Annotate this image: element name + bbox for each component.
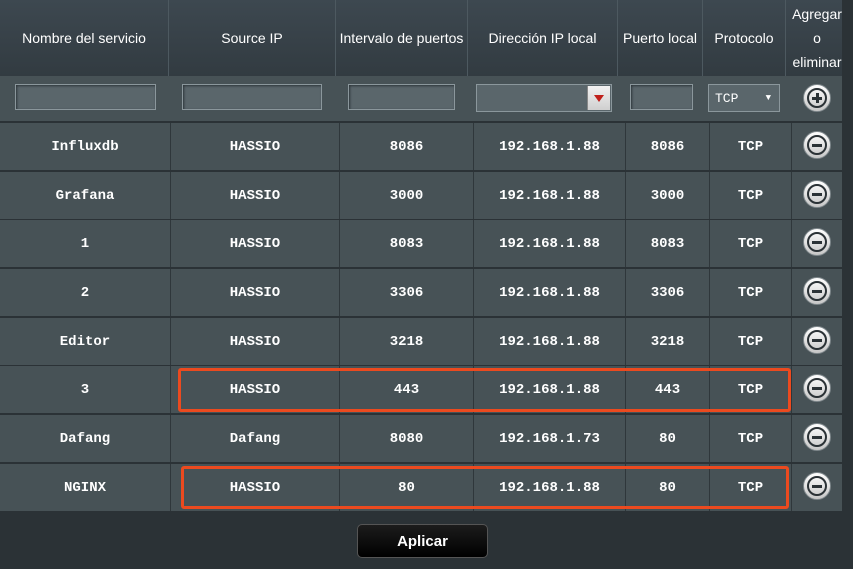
- cell-protocol: TCP: [710, 123, 792, 170]
- cell-protocol: TCP: [710, 464, 792, 511]
- cell-local-ip: 192.168.1.88: [474, 464, 626, 511]
- add-rule-button[interactable]: [803, 84, 831, 112]
- source-ip-field[interactable]: [183, 85, 321, 109]
- cell-source-ip: HASSIO: [171, 366, 340, 413]
- right-edge: [842, 0, 853, 569]
- cell-service-name: Dafang: [0, 415, 171, 462]
- protocol-select[interactable]: TCP ▼: [708, 84, 780, 112]
- cell-local-port: 80: [626, 415, 710, 462]
- cell-service-name: NGINX: [0, 464, 171, 511]
- cell-source-ip: HASSIO: [171, 269, 340, 316]
- cell-port-range: 8080: [340, 415, 474, 462]
- header-local-port: Puerto local: [618, 0, 703, 76]
- table-row: 3 HASSIO 443 192.168.1.88 443 TCP: [0, 366, 792, 413]
- cell-service-name: Grafana: [0, 172, 171, 219]
- cell-local-ip: 192.168.1.88: [474, 220, 626, 267]
- cell-local-port: 443: [626, 366, 710, 413]
- table-row: Grafana HASSIO 3000 192.168.1.88 3000 TCP: [0, 172, 792, 219]
- cell-service-name: 2: [0, 269, 171, 316]
- table-row: Influxdb HASSIO 8086 192.168.1.88 8086 TCP: [0, 123, 792, 170]
- cell-service-name: 3: [0, 366, 171, 413]
- remove-rule-button[interactable]: [803, 472, 831, 500]
- cell-service-name: Editor: [0, 318, 171, 365]
- remove-rule-button[interactable]: [803, 131, 831, 159]
- table-row: 1 HASSIO 8083 192.168.1.88 8083 TCP: [0, 220, 792, 267]
- header-local-ip: Dirección IP local: [468, 0, 618, 76]
- table-row: NGINX HASSIO 80 192.168.1.88 80 TCP: [0, 464, 792, 511]
- triangle-down-icon: [594, 94, 604, 102]
- cell-protocol: TCP: [710, 318, 792, 365]
- cell-source-ip: HASSIO: [171, 318, 340, 365]
- cell-local-port: 3306: [626, 269, 710, 316]
- remove-rule-button[interactable]: [803, 277, 831, 305]
- table-header: Nombre del servicio Source IP Intervalo …: [0, 0, 853, 76]
- remove-rule-button[interactable]: [803, 180, 831, 208]
- cell-local-ip: 192.168.1.88: [474, 366, 626, 413]
- cell-local-port: 8083: [626, 220, 710, 267]
- cell-local-port: 3000: [626, 172, 710, 219]
- local-port-field[interactable]: [631, 85, 692, 109]
- cell-source-ip: HASSIO: [171, 172, 340, 219]
- table-row: Editor HASSIO 3218 192.168.1.88 3218 TCP: [0, 318, 792, 365]
- cell-local-ip: 192.168.1.88: [474, 172, 626, 219]
- port-range-field[interactable]: [349, 85, 454, 109]
- remove-rule-button[interactable]: [803, 423, 831, 451]
- cell-local-ip: 192.168.1.73: [474, 415, 626, 462]
- port-range-input[interactable]: [348, 84, 455, 110]
- local-port-input[interactable]: [630, 84, 693, 110]
- plus-circle-icon: [816, 93, 819, 103]
- remove-rule-button[interactable]: [803, 326, 831, 354]
- cell-protocol: TCP: [710, 172, 792, 219]
- cell-protocol: TCP: [710, 415, 792, 462]
- header-source-ip: Source IP: [169, 0, 336, 76]
- protocol-select-value: TCP: [715, 90, 739, 106]
- cell-service-name: 1: [0, 220, 171, 267]
- cell-protocol: TCP: [710, 220, 792, 267]
- header-service-name: Nombre del servicio: [0, 0, 169, 76]
- caret-down-icon: ▼: [765, 93, 771, 103]
- table-row: 2 HASSIO 3306 192.168.1.88 3306 TCP: [0, 269, 792, 316]
- local-ip-field[interactable]: [477, 85, 591, 113]
- header-port-range: Intervalo de puertos: [336, 0, 468, 76]
- cell-service-name: Influxdb: [0, 123, 171, 170]
- cell-port-range: 3000: [340, 172, 474, 219]
- service-name-field[interactable]: [16, 85, 155, 109]
- cell-local-ip: 192.168.1.88: [474, 123, 626, 170]
- cell-local-port: 80: [626, 464, 710, 511]
- cell-source-ip: Dafang: [171, 415, 340, 462]
- cell-source-ip: HASSIO: [171, 220, 340, 267]
- local-ip-combobox[interactable]: [476, 84, 612, 113]
- cell-port-range: 3306: [340, 269, 474, 316]
- header-protocol: Protocolo: [703, 0, 786, 76]
- cell-local-port: 8086: [626, 123, 710, 170]
- cell-port-range: 80: [340, 464, 474, 511]
- cell-local-ip: 192.168.1.88: [474, 318, 626, 365]
- cell-protocol: TCP: [710, 269, 792, 316]
- remove-rule-button[interactable]: [803, 228, 831, 256]
- cell-port-range: 443: [340, 366, 474, 413]
- cell-local-port: 3218: [626, 318, 710, 365]
- source-ip-input[interactable]: [182, 84, 322, 110]
- service-name-input[interactable]: [15, 84, 156, 110]
- cell-port-range: 3218: [340, 318, 474, 365]
- cell-source-ip: HASSIO: [171, 123, 340, 170]
- remove-rule-button[interactable]: [803, 374, 831, 402]
- cell-port-range: 8086: [340, 123, 474, 170]
- apply-button[interactable]: Aplicar: [357, 524, 488, 558]
- header-add-remove: Agregar o eliminar: [792, 6, 842, 70]
- cell-port-range: 8083: [340, 220, 474, 267]
- local-ip-dropdown-button[interactable]: [587, 86, 610, 110]
- cell-source-ip: HASSIO: [171, 464, 340, 511]
- cell-local-ip: 192.168.1.88: [474, 269, 626, 316]
- cell-protocol: TCP: [710, 366, 792, 413]
- table-row: Dafang Dafang 8080 192.168.1.73 80 TCP: [0, 415, 792, 462]
